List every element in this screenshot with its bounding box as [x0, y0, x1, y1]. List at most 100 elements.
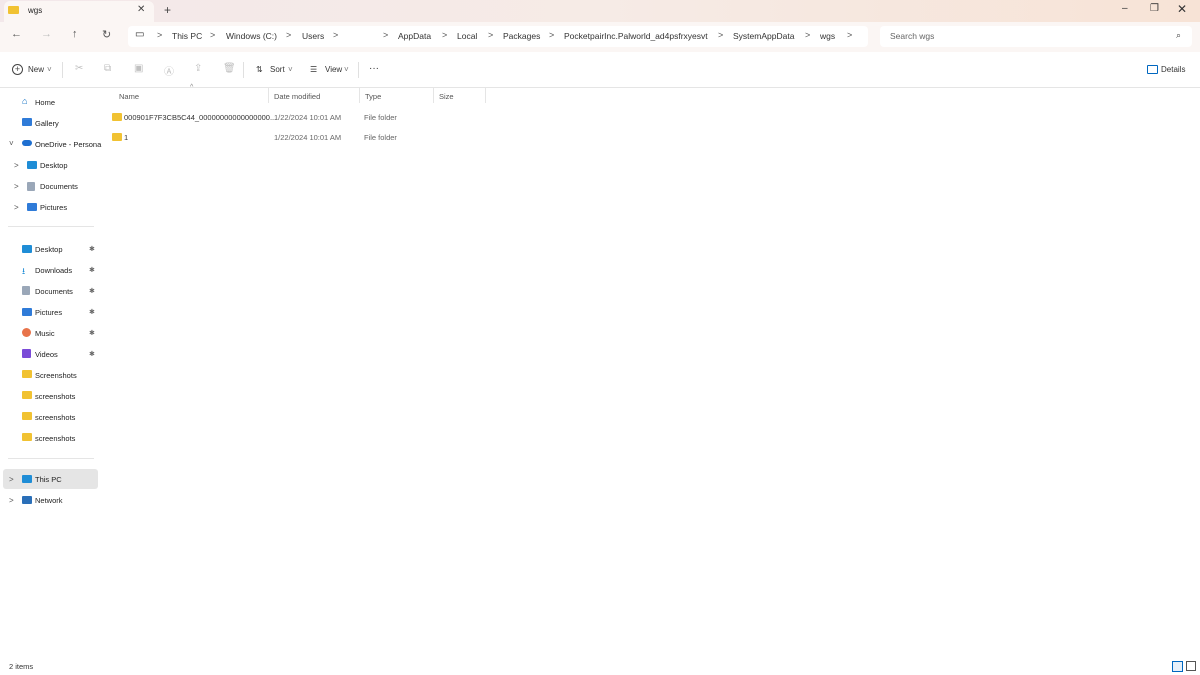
- new-caret-icon[interactable]: ˅: [47, 65, 52, 74]
- breadcrumb-users[interactable]: Users: [302, 31, 324, 41]
- breadcrumb-separator[interactable]: >: [210, 30, 215, 40]
- gallery-icon: [22, 118, 32, 126]
- tiles-view-icon[interactable]: [1186, 661, 1196, 671]
- column-header-name[interactable]: Name: [119, 92, 139, 101]
- more-options-button[interactable]: ···: [369, 63, 379, 74]
- breadcrumb-separator[interactable]: >: [442, 30, 447, 40]
- sort-button[interactable]: Sort: [270, 65, 285, 74]
- column-divider[interactable]: [433, 88, 434, 103]
- column-header-type[interactable]: Type: [365, 92, 381, 101]
- pictures-icon: [22, 308, 32, 316]
- chevron-right-icon[interactable]: >: [14, 203, 19, 212]
- column-divider[interactable]: [268, 88, 269, 103]
- back-icon[interactable]: ←: [11, 28, 22, 40]
- chevron-right-icon[interactable]: >: [14, 182, 19, 191]
- breadcrumb-separator[interactable]: >: [286, 30, 291, 40]
- nav-quick-screenshots-2[interactable]: screenshots: [35, 392, 75, 401]
- sort-caret-icon[interactable]: ˅: [288, 65, 293, 74]
- details-view-icon[interactable]: [1172, 661, 1183, 672]
- forward-icon[interactable]: →: [41, 28, 52, 40]
- breadcrumb-separator[interactable]: >: [383, 30, 388, 40]
- breadcrumb-separator[interactable]: >: [333, 30, 338, 40]
- breadcrumb-wgs[interactable]: wgs: [820, 31, 835, 41]
- view-button[interactable]: View: [325, 65, 342, 74]
- search-placeholder: Search wgs: [890, 31, 935, 41]
- refresh-icon[interactable]: ↻: [102, 28, 111, 41]
- status-item-count: 2 items: [9, 662, 34, 671]
- pin-icon[interactable]: ✱: [89, 350, 95, 358]
- breadcrumb-palworld-package[interactable]: PocketpairInc.Palworld_ad4psfrxyesvt: [564, 31, 708, 41]
- paste-icon[interactable]: ▣: [134, 63, 143, 74]
- nav-quick-videos[interactable]: Videos: [35, 350, 58, 359]
- nav-quick-downloads[interactable]: Downloads: [35, 266, 72, 275]
- breadcrumb-systemappdata[interactable]: SystemAppData: [733, 31, 794, 41]
- nav-quick-desktop[interactable]: Desktop: [35, 245, 63, 254]
- chevron-right-icon[interactable]: >: [9, 475, 14, 484]
- breadcrumb-separator[interactable]: >: [549, 30, 554, 40]
- pin-icon[interactable]: ✱: [89, 287, 95, 295]
- pin-icon[interactable]: ✱: [89, 245, 95, 253]
- music-icon: [22, 328, 31, 337]
- nav-gallery[interactable]: Gallery: [35, 119, 59, 128]
- breadcrumb-separator[interactable]: >: [157, 30, 162, 40]
- breadcrumb-separator[interactable]: >: [847, 30, 852, 40]
- chevron-right-icon[interactable]: >: [9, 496, 14, 505]
- nav-quick-screenshots-4[interactable]: screenshots: [35, 434, 75, 443]
- details-pane-icon: [1147, 65, 1158, 74]
- nav-onedrive-pictures[interactable]: Pictures: [40, 203, 67, 212]
- nav-quick-music[interactable]: Music: [35, 329, 55, 338]
- breadcrumb-appdata[interactable]: AppData: [398, 31, 431, 41]
- copy-icon[interactable]: ⧉: [104, 63, 111, 74]
- rename-icon[interactable]: Ⓐ: [164, 63, 174, 78]
- column-header-size[interactable]: Size: [439, 92, 454, 101]
- column-header-date-modified[interactable]: Date modified: [274, 92, 320, 101]
- delete-icon[interactable]: 🗑: [223, 63, 236, 74]
- minimize-icon[interactable]: –: [1122, 3, 1128, 14]
- tab-wgs[interactable]: [4, 1, 154, 22]
- redacted-username: [341, 28, 377, 45]
- pin-icon[interactable]: ✱: [89, 266, 95, 274]
- nav-onedrive-desktop[interactable]: Desktop: [40, 161, 68, 170]
- nav-home[interactable]: Home: [35, 98, 55, 107]
- pin-icon[interactable]: ✱: [89, 329, 95, 337]
- share-icon[interactable]: ⇪: [194, 63, 202, 74]
- nav-quick-documents[interactable]: Documents: [35, 287, 73, 296]
- nav-onedrive-documents[interactable]: Documents: [40, 182, 78, 191]
- breadcrumb-separator[interactable]: >: [488, 30, 493, 40]
- details-button[interactable]: Details: [1161, 65, 1185, 74]
- nav-quick-pictures[interactable]: Pictures: [35, 308, 62, 317]
- column-divider[interactable]: [359, 88, 360, 103]
- breadcrumb-this-pc[interactable]: This PC: [172, 31, 202, 41]
- divider: [8, 458, 94, 459]
- column-divider[interactable]: [485, 88, 486, 103]
- divider: [62, 62, 63, 78]
- up-icon[interactable]: ↑: [72, 28, 78, 40]
- nav-quick-screenshots-3[interactable]: screenshots: [35, 413, 75, 422]
- file-name: 000901F7F3CB5C44_00000000000000000...: [124, 113, 277, 122]
- nav-quick-screenshots[interactable]: Screenshots: [35, 371, 77, 380]
- cut-icon[interactable]: ✂: [75, 63, 83, 74]
- nav-network[interactable]: Network: [35, 496, 63, 505]
- nav-this-pc[interactable]: This PC: [35, 475, 62, 484]
- table-row[interactable]: 000901F7F3CB5C44_00000000000000000... 1/…: [108, 109, 488, 126]
- chevron-right-icon[interactable]: >: [14, 161, 19, 170]
- nav-onedrive[interactable]: OneDrive - Persona: [35, 140, 101, 149]
- view-caret-icon[interactable]: ˅: [344, 65, 349, 74]
- breadcrumb-local[interactable]: Local: [457, 31, 477, 41]
- documents-icon: [22, 286, 30, 295]
- new-button[interactable]: New: [28, 65, 44, 74]
- tab-title: wgs: [28, 6, 43, 15]
- folder-icon: [22, 391, 32, 399]
- search-icon[interactable]: ⌕: [1176, 30, 1181, 41]
- breadcrumb-windows-c[interactable]: Windows (C:): [226, 31, 277, 41]
- table-row[interactable]: 1 1/22/2024 10:01 AM File folder: [108, 129, 488, 146]
- pin-icon[interactable]: ✱: [89, 308, 95, 316]
- maximize-icon[interactable]: ❐: [1150, 3, 1159, 14]
- chevron-down-icon[interactable]: ˅: [9, 139, 14, 148]
- breadcrumb-packages[interactable]: Packages: [503, 31, 540, 41]
- breadcrumb-separator[interactable]: >: [805, 30, 810, 40]
- new-tab-icon[interactable]: +: [164, 3, 171, 17]
- breadcrumb-separator[interactable]: >: [718, 30, 723, 40]
- close-tab-icon[interactable]: ✕: [137, 4, 145, 15]
- close-window-icon[interactable]: ✕: [1177, 2, 1187, 16]
